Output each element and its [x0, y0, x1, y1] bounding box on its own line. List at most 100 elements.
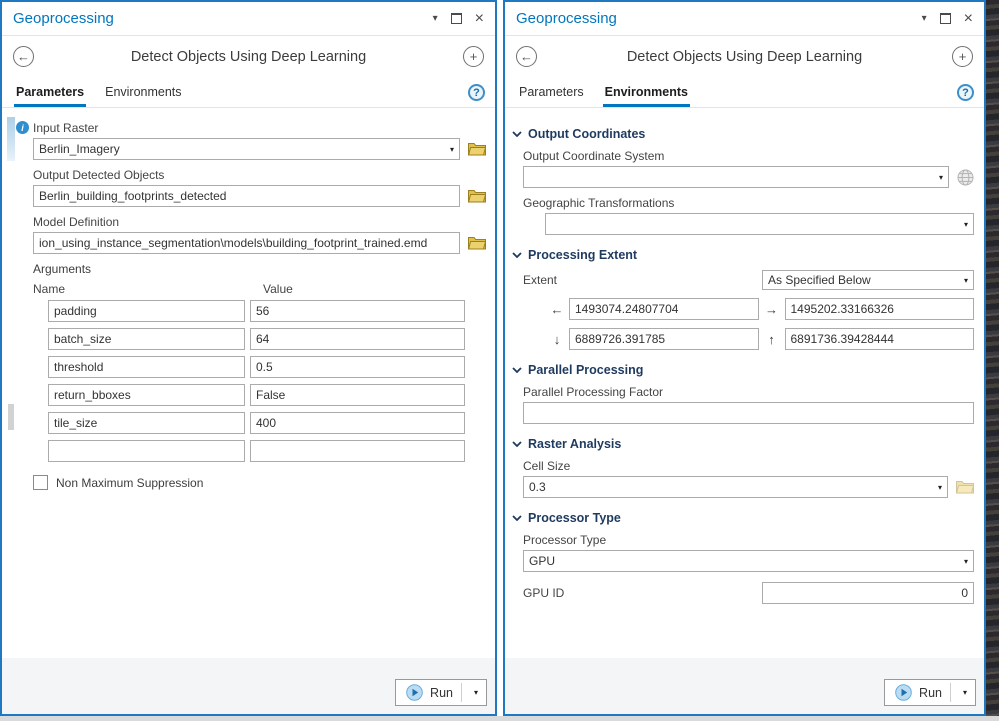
section-header-processor-type[interactable]: Processor Type — [512, 511, 984, 525]
active-parameter-indicator — [7, 117, 15, 161]
run-split-divider — [461, 683, 462, 702]
section-title: Parallel Processing — [528, 363, 643, 377]
tab-environments[interactable]: Environments — [603, 85, 690, 107]
cell-size-combobox[interactable]: 0.3 ▾ — [523, 476, 948, 498]
restore-icon[interactable] — [940, 13, 951, 24]
extent-bottom-input[interactable] — [569, 328, 759, 350]
section-header-raster-analysis[interactable]: Raster Analysis — [512, 437, 984, 451]
processor-type-value: GPU — [529, 554, 960, 568]
table-row — [48, 384, 495, 406]
browse-folder-icon[interactable] — [468, 236, 486, 250]
run-button-label: Run — [919, 686, 942, 700]
extent-left-input[interactable] — [569, 298, 759, 320]
pane-menu-caret-icon[interactable]: ▾ — [922, 14, 927, 24]
cell-size-value: 0.3 — [529, 480, 934, 494]
ocs-combobox[interactable]: ▾ — [523, 166, 949, 188]
add-to-model-button[interactable]: + — [463, 46, 484, 67]
output-coordinate-system-group: Output Coordinate System ▾ — [523, 149, 974, 188]
chevron-down-icon — [512, 252, 522, 258]
back-button[interactable]: ← — [13, 46, 34, 67]
extent-mode-combobox[interactable]: As Specified Below ▾ — [762, 270, 974, 290]
run-options-caret-icon[interactable]: ▾ — [469, 688, 483, 697]
gt-combobox[interactable]: ▾ — [545, 213, 974, 235]
chevron-down-icon[interactable]: ▾ — [450, 145, 454, 154]
map-background-sliver — [986, 0, 999, 716]
model-definition-input[interactable] — [33, 232, 460, 254]
section-header-parallel-processing[interactable]: Parallel Processing — [512, 363, 984, 377]
run-button[interactable]: Run ▾ — [884, 679, 976, 706]
chevron-down-icon[interactable]: ▾ — [939, 173, 943, 182]
parallel-factor-input[interactable] — [523, 402, 974, 424]
arguments-label: Arguments — [33, 262, 495, 276]
tool-title: Detect Objects Using Deep Learning — [34, 49, 463, 65]
chevron-down-icon — [512, 441, 522, 447]
pane-titlebar: Geoprocessing ▾ × — [2, 2, 495, 36]
tab-parameters[interactable]: Parameters — [14, 85, 86, 107]
run-options-caret-icon[interactable]: ▾ — [958, 688, 972, 697]
gpu-id-input[interactable] — [762, 582, 974, 604]
argument-name-input[interactable] — [48, 356, 245, 378]
extent-grid: ← → ↓ ↑ — [550, 298, 974, 350]
argument-value-input[interactable] — [250, 412, 465, 434]
argument-value-input[interactable] — [250, 328, 465, 350]
tool-header: ← Detect Objects Using Deep Learning + — [505, 36, 984, 77]
ocs-label: Output Coordinate System — [523, 149, 974, 163]
add-to-model-button[interactable]: + — [952, 46, 973, 67]
back-button[interactable]: ← — [516, 46, 537, 67]
nms-checkbox-label: Non Maximum Suppression — [56, 476, 203, 490]
argument-name-input[interactable] — [48, 384, 245, 406]
nms-checkbox[interactable] — [33, 475, 48, 490]
argument-value-input[interactable] — [250, 356, 465, 378]
argument-name-input[interactable] — [48, 300, 245, 322]
chevron-down-icon — [512, 131, 522, 137]
argument-name-input[interactable] — [48, 440, 245, 462]
restore-icon[interactable] — [451, 13, 462, 24]
browse-folder-icon[interactable] — [468, 142, 486, 156]
input-raster-value: Berlin_Imagery — [39, 142, 446, 156]
tab-environments[interactable]: Environments — [103, 85, 183, 107]
run-button[interactable]: Run ▾ — [395, 679, 487, 706]
processor-type-combobox[interactable]: GPU ▾ — [523, 550, 974, 572]
processor-type-label: Processor Type — [523, 533, 974, 547]
browse-folder-icon[interactable] — [956, 480, 974, 494]
parallel-factor-label: Parallel Processing Factor — [523, 385, 974, 399]
output-objects-input[interactable] — [33, 185, 460, 207]
argument-name-input[interactable] — [48, 412, 245, 434]
help-icon[interactable]: ? — [468, 84, 485, 101]
gt-label: Geographic Transformations — [523, 196, 974, 210]
section-header-processing-extent[interactable]: Processing Extent — [512, 248, 984, 262]
browse-folder-icon[interactable] — [468, 189, 486, 203]
chevron-down-icon[interactable]: ▾ — [964, 557, 968, 566]
close-icon[interactable]: × — [964, 11, 973, 27]
extent-top-input[interactable] — [785, 328, 975, 350]
chevron-down-icon[interactable]: ▾ — [964, 220, 968, 229]
section-header-output-coordinates[interactable]: Output Coordinates — [512, 127, 984, 141]
section-title: Output Coordinates — [528, 127, 645, 141]
row-drag-handle[interactable] — [8, 404, 14, 430]
chevron-down-icon[interactable]: ▾ — [964, 276, 968, 285]
argument-name-input[interactable] — [48, 328, 245, 350]
close-icon[interactable]: × — [475, 11, 484, 27]
chevron-down-icon[interactable]: ▾ — [938, 483, 942, 492]
tool-title: Detect Objects Using Deep Learning — [537, 49, 952, 65]
geographic-transformations-group: Geographic Transformations ▾ — [545, 196, 974, 235]
chevron-down-icon — [512, 515, 522, 521]
pane-title: Geoprocessing — [2, 10, 433, 27]
extent-right-input[interactable] — [785, 298, 975, 320]
table-row — [48, 300, 495, 322]
table-row — [48, 328, 495, 350]
pane-footer: Run ▾ — [505, 658, 984, 714]
model-definition-label: Model Definition — [33, 215, 486, 229]
argument-value-input[interactable] — [250, 440, 465, 462]
table-row — [48, 356, 495, 378]
help-icon[interactable]: ? — [957, 84, 974, 101]
argument-value-input[interactable] — [250, 300, 465, 322]
argument-value-input[interactable] — [250, 384, 465, 406]
info-icon[interactable]: i — [16, 121, 29, 134]
tab-parameters[interactable]: Parameters — [517, 85, 586, 107]
parallel-factor-group: Parallel Processing Factor — [523, 385, 974, 424]
output-objects-group: Output Detected Objects — [33, 168, 486, 207]
pane-menu-caret-icon[interactable]: ▾ — [433, 14, 438, 24]
globe-icon[interactable] — [957, 169, 974, 186]
input-raster-combobox[interactable]: Berlin_Imagery ▾ — [33, 138, 460, 160]
